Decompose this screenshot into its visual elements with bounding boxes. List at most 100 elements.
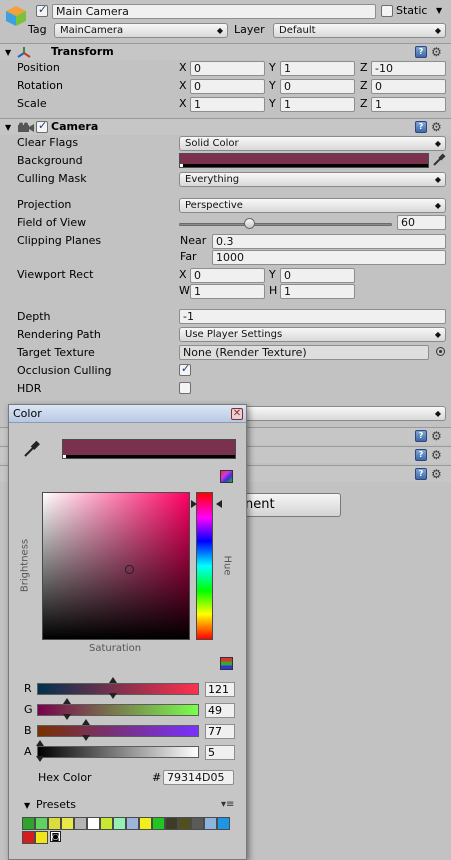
slider-mode-icon[interactable]	[220, 657, 233, 670]
b-slider-thumb[interactable]	[82, 735, 90, 741]
transform-header[interactable]: ▼ Transform ? ⚙	[0, 43, 451, 60]
a-field[interactable]: 5	[205, 745, 235, 760]
rotation-y-field[interactable]: 0	[280, 79, 355, 94]
g-label: G	[24, 703, 33, 716]
viewport-h-field[interactable]: 1	[280, 284, 355, 299]
gear-icon[interactable]: ⚙	[431, 46, 442, 58]
object-picker-icon[interactable]	[436, 347, 445, 356]
occlusion-culling-checkbox[interactable]	[179, 362, 191, 376]
preset-swatch[interactable]	[48, 817, 61, 830]
viewport-x-field[interactable]: 0	[190, 268, 265, 283]
gear-icon[interactable]: ⚙	[431, 430, 442, 442]
close-icon[interactable]: ✕	[231, 408, 243, 420]
saturation-brightness-field[interactable]	[42, 492, 190, 640]
target-texture-field[interactable]: None (Render Texture)	[179, 345, 429, 360]
a-slider-thumb-top[interactable]	[36, 740, 44, 746]
a-slider-thumb[interactable]	[36, 756, 44, 762]
preset-swatch[interactable]	[126, 817, 139, 830]
hidden-dropdown[interactable]: ◆	[240, 406, 446, 421]
presets-foldout-icon[interactable]: ▼	[24, 801, 30, 810]
scale-z-field[interactable]: 1	[371, 97, 446, 112]
active-checkbox[interactable]	[36, 3, 48, 17]
color-picker-titlebar[interactable]: Color ✕	[9, 405, 246, 423]
r-slider[interactable]	[37, 683, 199, 695]
fov-field[interactable]: 60	[397, 215, 446, 230]
eyedropper-icon[interactable]	[23, 440, 41, 461]
color-mode-icon[interactable]	[220, 470, 233, 483]
hue-marker-left[interactable]	[191, 500, 197, 508]
layer-dropdown[interactable]: Default ◆	[273, 23, 446, 38]
preset-swatch[interactable]	[178, 817, 191, 830]
depth-field[interactable]: -1	[179, 309, 446, 324]
viewport-y-field[interactable]: 0	[280, 268, 355, 283]
preset-swatch[interactable]	[74, 817, 87, 830]
foldout-icon[interactable]: ▼	[5, 119, 11, 136]
position-x-field[interactable]: 0	[190, 61, 265, 76]
g-slider-thumb[interactable]	[63, 714, 71, 720]
position-y-field[interactable]: 1	[280, 61, 355, 76]
preset-swatch[interactable]	[22, 817, 35, 830]
rendering-path-dropdown[interactable]: Use Player Settings ◆	[179, 327, 446, 342]
preset-swatch[interactable]	[191, 817, 204, 830]
r-slider-thumb[interactable]	[109, 693, 117, 699]
foldout-icon[interactable]: ▼	[5, 44, 11, 61]
preset-swatch[interactable]	[217, 817, 230, 830]
help-icon[interactable]: ?	[415, 468, 427, 480]
presets-menu-icon[interactable]: ▾≡	[221, 799, 234, 810]
static-checkbox[interactable]	[381, 5, 393, 17]
hdr-checkbox[interactable]	[179, 382, 191, 394]
camera-header[interactable]: ▼ Camera ? ⚙	[0, 118, 451, 135]
static-dropdown-arrow-icon[interactable]: ▼	[436, 6, 442, 15]
culling-mask-dropdown[interactable]: Everything ◆	[179, 172, 446, 187]
preset-swatch[interactable]	[35, 817, 48, 830]
preset-swatch[interactable]	[139, 817, 152, 830]
preset-swatch[interactable]	[152, 817, 165, 830]
near-field[interactable]: 0.3	[212, 234, 446, 249]
preset-swatch[interactable]	[61, 817, 74, 830]
far-field[interactable]: 1000	[212, 250, 446, 265]
g-slider[interactable]	[37, 704, 199, 716]
help-icon[interactable]: ?	[415, 430, 427, 442]
preset-swatch[interactable]	[165, 817, 178, 830]
hex-field[interactable]: 79314D05	[163, 770, 234, 785]
tag-dropdown[interactable]: MainCamera ◆	[54, 23, 228, 38]
scale-x-field[interactable]: 1	[190, 97, 265, 112]
b-slider-thumb-top[interactable]	[82, 719, 90, 725]
g-slider-thumb-top[interactable]	[63, 698, 71, 704]
gear-icon[interactable]: ⚙	[431, 121, 442, 133]
camera-enabled-checkbox[interactable]	[36, 119, 48, 133]
r-slider-thumb-top[interactable]	[109, 677, 117, 683]
projection-dropdown[interactable]: Perspective ◆	[179, 198, 446, 213]
rotation-x-field[interactable]: 0	[190, 79, 265, 94]
clear-flags-dropdown[interactable]: Solid Color ◆	[179, 136, 446, 151]
help-icon[interactable]: ?	[415, 449, 427, 461]
add-preset-icon[interactable]: ◙	[50, 831, 61, 842]
hue-slider[interactable]	[196, 492, 213, 640]
background-color-field[interactable]	[179, 153, 429, 168]
hue-marker-right[interactable]	[216, 500, 222, 508]
preset-swatch[interactable]	[204, 817, 217, 830]
help-icon[interactable]: ?	[415, 121, 427, 133]
gear-icon[interactable]: ⚙	[431, 468, 442, 480]
r-field[interactable]: 121	[205, 682, 235, 697]
g-field[interactable]: 49	[205, 703, 235, 718]
object-name-field[interactable]: Main Camera	[52, 4, 376, 19]
b-field[interactable]: 77	[205, 724, 235, 739]
eyedropper-icon[interactable]	[432, 153, 446, 170]
fov-slider-track[interactable]	[179, 223, 392, 226]
scale-y-field[interactable]: 1	[280, 97, 355, 112]
preset-swatch[interactable]	[100, 817, 113, 830]
position-z-field[interactable]: -10	[371, 61, 446, 76]
preset-swatch[interactable]	[113, 817, 126, 830]
preset-swatch[interactable]	[87, 817, 100, 830]
viewport-w-field[interactable]: 1	[190, 284, 265, 299]
preset-swatch[interactable]	[22, 831, 35, 844]
fov-slider-thumb[interactable]	[244, 218, 256, 229]
rotation-z-field[interactable]: 0	[371, 79, 446, 94]
preset-swatch[interactable]	[35, 831, 48, 844]
color-cursor[interactable]	[124, 564, 134, 574]
help-icon[interactable]: ?	[415, 46, 427, 58]
b-slider[interactable]	[37, 725, 199, 737]
gear-icon[interactable]: ⚙	[431, 449, 442, 461]
a-slider[interactable]	[37, 746, 199, 758]
